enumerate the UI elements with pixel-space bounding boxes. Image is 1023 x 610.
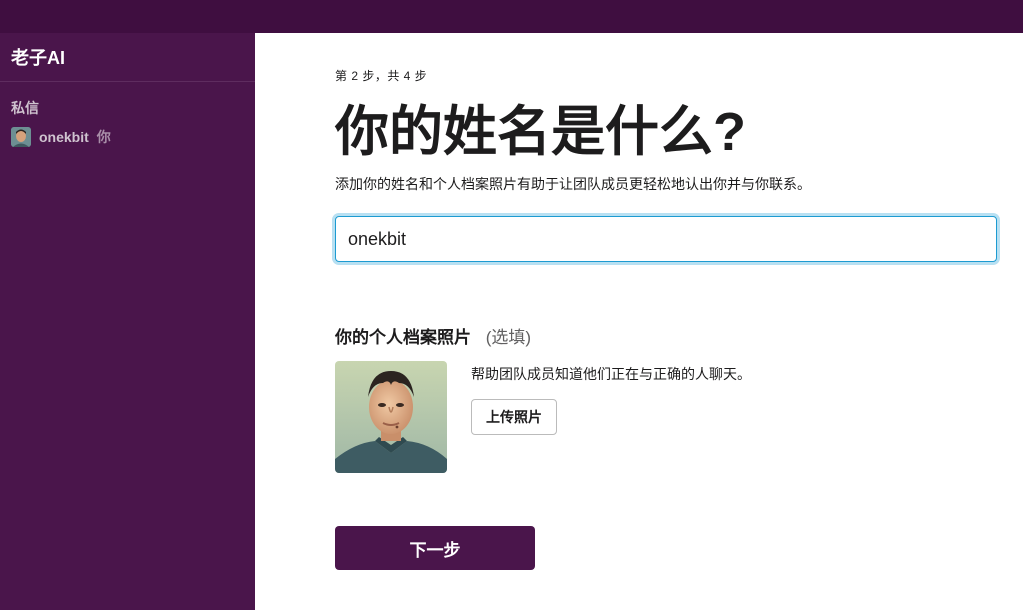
photo-section-label: 你的个人档案照片 xyxy=(335,328,471,347)
workspace-header[interactable]: 老子AI xyxy=(0,33,255,82)
photo-help-text: 帮助团队成员知道他们正在与正确的人聊天。 xyxy=(471,366,751,382)
you-label: 你 xyxy=(96,129,111,145)
optional-label: (选填) xyxy=(485,328,532,347)
dm-section-title[interactable]: 私信 xyxy=(11,98,39,118)
dm-user-name: onekbit xyxy=(39,129,89,145)
avatar xyxy=(11,127,31,147)
page-description: 添加你的姓名和个人档案照片有助于让团队成员更轻松地认出你并与你联系。 xyxy=(335,176,811,192)
sidebar-item-self-dm[interactable]: onekbit 你 xyxy=(11,127,111,147)
workspace-name[interactable]: 老子AI xyxy=(11,48,65,68)
name-input[interactable] xyxy=(335,216,997,262)
photo-section-title: 你的个人档案照片 (选填) xyxy=(335,323,531,348)
step-indicator: 第 2 步，共 4 步 xyxy=(335,69,428,83)
page-title: 你的姓名是什么? xyxy=(335,102,746,162)
sidebar: 老子AI 私信 onekbit 你 xyxy=(0,33,255,610)
profile-photo xyxy=(335,361,447,473)
next-step-button[interactable]: 下一步 xyxy=(335,526,535,570)
upload-photo-button[interactable]: 上传照片 xyxy=(471,399,557,435)
top-bar xyxy=(0,0,1023,33)
